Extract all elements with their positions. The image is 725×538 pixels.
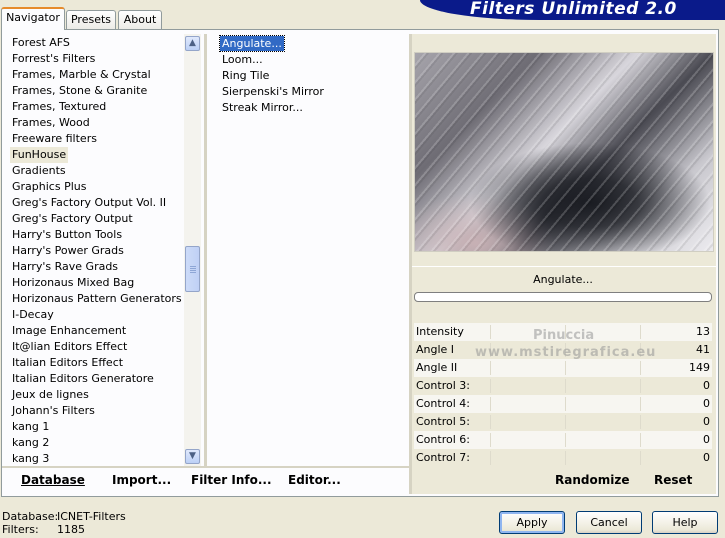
control-value: 41 <box>696 343 710 356</box>
slider-tick <box>640 433 641 447</box>
category-item[interactable]: Freeware filters <box>12 131 97 147</box>
control-label: Control 6: <box>416 433 470 446</box>
randomize-button[interactable]: Randomize <box>555 473 629 487</box>
watermark-line1: Pinuccia <box>533 328 595 343</box>
slider-tick <box>640 451 641 465</box>
filter-item[interactable]: Sierpenski's Mirror <box>220 84 326 99</box>
slider-tick <box>490 451 491 465</box>
progress-bar <box>414 292 712 302</box>
filter-item[interactable]: Ring Tile <box>220 68 271 83</box>
tab-presets[interactable]: Presets <box>66 10 116 29</box>
slider-tick <box>565 433 566 447</box>
control-value: 0 <box>703 397 710 410</box>
slider-tick <box>565 379 566 393</box>
status-filters-label: Filters: <box>2 523 39 536</box>
category-item[interactable]: It@lian Editors Effect <box>12 339 127 355</box>
category-item[interactable]: Horizonaus Pattern Generators <box>12 291 182 307</box>
watermark-line2: www.mstiregrafica.eu <box>475 345 657 360</box>
filter-item[interactable]: Angulate... <box>219 35 285 52</box>
slider-tick <box>490 361 491 375</box>
category-item[interactable]: kang 1 <box>12 419 49 435</box>
slider-tick <box>640 415 641 429</box>
category-item[interactable]: Harry's Power Grads <box>12 243 124 259</box>
scroll-down-button[interactable]: ▼ <box>185 449 200 464</box>
category-item[interactable]: Forrest's Filters <box>12 51 95 67</box>
status-database-value: ICNET-Filters <box>57 510 126 523</box>
status-database-label: Database: <box>2 510 59 523</box>
filter-item[interactable]: Streak Mirror... <box>220 100 305 115</box>
preview-image <box>414 52 714 252</box>
slider-tick <box>640 361 641 375</box>
category-item[interactable]: Italian Editors Generatore <box>12 371 154 387</box>
slider-tick <box>565 397 566 411</box>
category-item[interactable]: Horizonaus Mixed Bag <box>12 275 134 291</box>
category-item[interactable]: Frames, Wood <box>12 115 90 131</box>
category-item[interactable]: Harry's Button Tools <box>12 227 122 243</box>
category-item[interactable]: Harry's Rave Grads <box>12 259 118 275</box>
category-item[interactable]: Greg's Factory Output Vol. II <box>12 195 166 211</box>
app-title: Filters Unlimited 2.0 <box>470 0 677 19</box>
category-item[interactable]: kang 2 <box>12 435 49 451</box>
slider-tick <box>490 415 491 429</box>
category-item[interactable]: Greg's Factory Output <box>12 211 133 227</box>
status-filters: Filters: 1185 <box>2 523 85 536</box>
category-item[interactable]: Forest AFS <box>12 35 70 51</box>
category-item[interactable]: kang 3 <box>12 451 49 467</box>
slider-tick <box>565 361 566 375</box>
slider-tick <box>490 379 491 393</box>
control-value: 149 <box>689 361 710 374</box>
category-item[interactable]: I-Decay <box>12 307 54 323</box>
category-item[interactable]: Frames, Textured <box>12 99 106 115</box>
cancel-button[interactable]: Cancel <box>576 511 642 534</box>
category-item[interactable]: Graphics Plus <box>12 179 86 195</box>
import-link[interactable]: Import... <box>112 473 171 487</box>
database-link[interactable]: Database <box>21 473 85 487</box>
filter-info-link[interactable]: Filter Info... <box>191 473 272 487</box>
slider-tick <box>640 379 641 393</box>
control-value: 0 <box>703 451 710 464</box>
category-item[interactable]: Frames, Stone & Granite <box>12 83 147 99</box>
control-value: 0 <box>703 433 710 446</box>
slider-tick <box>490 397 491 411</box>
help-button[interactable]: Help <box>652 511 718 534</box>
category-item[interactable]: FunHouse <box>10 147 69 163</box>
filter-item[interactable]: Loom... <box>220 52 265 67</box>
editor-link[interactable]: Editor... <box>288 473 341 487</box>
category-item[interactable]: Gradients <box>12 163 66 179</box>
control-label: Angle II <box>416 361 458 374</box>
control-label: Control 7: <box>416 451 470 464</box>
tab-about[interactable]: About <box>118 10 162 29</box>
slider-tick <box>565 451 566 465</box>
slider-tick <box>490 325 491 339</box>
category-item[interactable]: Frames, Marble & Crystal <box>12 67 151 83</box>
slider-tick <box>565 415 566 429</box>
bottom-divider <box>2 466 410 468</box>
tab-navigator[interactable]: Navigator <box>1 7 65 30</box>
control-value: 0 <box>703 379 710 392</box>
control-label: Control 5: <box>416 415 470 428</box>
slider-tick <box>640 397 641 411</box>
scroll-up-button[interactable]: ▲ <box>185 36 200 51</box>
preview-filter-label: Angulate... <box>533 273 593 286</box>
category-item[interactable]: Italian Editors Effect <box>12 355 123 371</box>
category-item[interactable]: Image Enhancement <box>12 323 126 339</box>
column-divider <box>204 34 207 466</box>
scroll-down-arrow-icon: ▼ <box>189 451 196 461</box>
apply-button[interactable]: Apply <box>499 511 565 534</box>
status-filters-value: 1185 <box>57 523 85 536</box>
control-value: 13 <box>696 325 710 338</box>
control-label: Control 4: <box>416 397 470 410</box>
control-value: 0 <box>703 415 710 428</box>
control-label: Control 3: <box>416 379 470 392</box>
scroll-up-arrow-icon: ▲ <box>189 38 196 48</box>
scrollbar-thumb[interactable] <box>185 246 200 292</box>
status-database: Database: ICNET-Filters <box>2 510 126 523</box>
category-item[interactable]: Johann's Filters <box>12 403 95 419</box>
slider-tick <box>490 433 491 447</box>
control-label: Intensity <box>416 325 464 338</box>
control-label: Angle I <box>416 343 455 356</box>
category-item[interactable]: Jeux de lignes <box>12 387 89 403</box>
reset-button[interactable]: Reset <box>654 473 692 487</box>
slider-tick <box>640 325 641 339</box>
